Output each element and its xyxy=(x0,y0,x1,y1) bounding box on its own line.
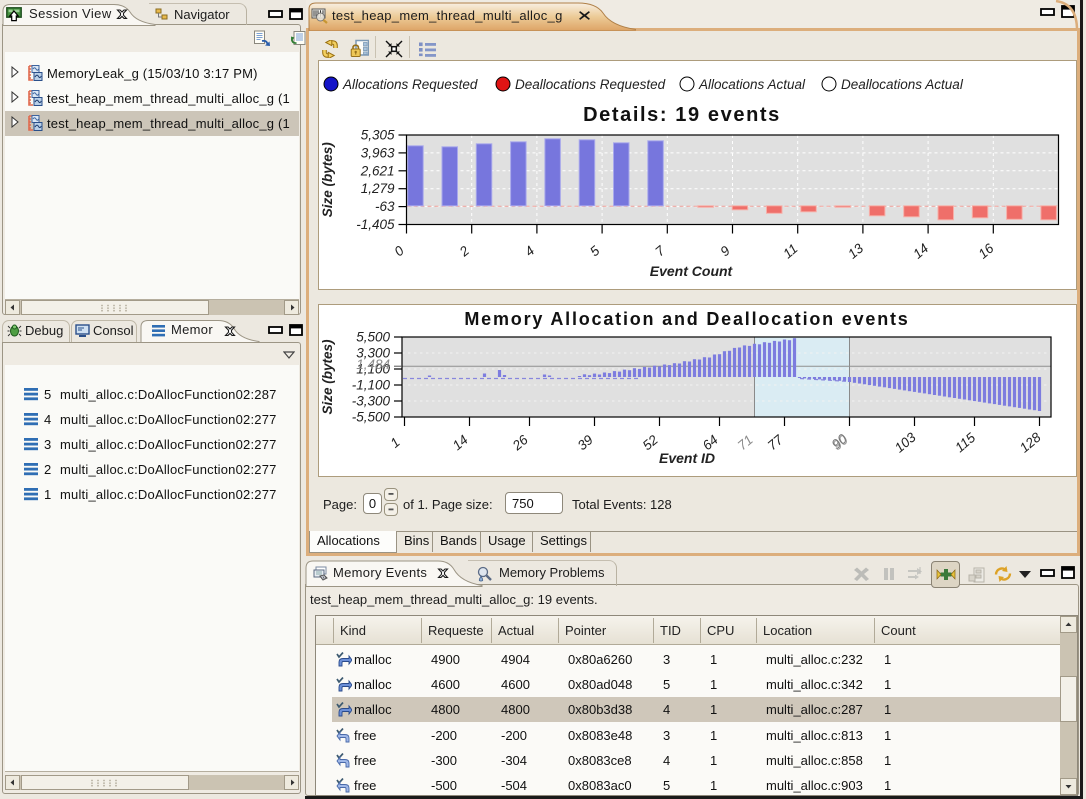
svg-text:39: 39 xyxy=(575,432,597,453)
svg-text:-1,100: -1,100 xyxy=(352,378,391,393)
svg-text:14: 14 xyxy=(910,241,931,262)
svg-text:71: 71 xyxy=(735,432,756,453)
svg-text:1,484: 1,484 xyxy=(356,357,390,372)
svg-text:13: 13 xyxy=(845,240,867,261)
svg-text:5,305: 5,305 xyxy=(361,128,395,143)
svg-text:2: 2 xyxy=(456,243,473,260)
svg-text:Size (bytes): Size (bytes) xyxy=(320,339,335,415)
svg-text:5,500: 5,500 xyxy=(356,330,390,345)
svg-text:0: 0 xyxy=(391,243,407,260)
svg-text:14: 14 xyxy=(450,432,471,453)
svg-text:2,621: 2,621 xyxy=(360,163,395,178)
svg-text:52: 52 xyxy=(640,432,662,453)
svg-text:Event ID: Event ID xyxy=(659,450,715,466)
svg-text:90: 90 xyxy=(829,431,851,452)
svg-text:Deallocations Actual: Deallocations Actual xyxy=(841,77,964,92)
svg-text:16: 16 xyxy=(975,240,997,261)
svg-text:77: 77 xyxy=(765,432,787,453)
svg-text:Size (bytes): Size (bytes) xyxy=(320,142,335,218)
svg-text:-63: -63 xyxy=(375,199,395,214)
svg-text:4: 4 xyxy=(522,243,537,259)
svg-text:Details: 19 events: Details: 19 events xyxy=(583,104,781,126)
svg-text:-5,500: -5,500 xyxy=(352,410,391,425)
svg-text:1: 1 xyxy=(387,434,402,450)
svg-text:5: 5 xyxy=(587,243,603,260)
svg-text:26: 26 xyxy=(509,432,531,454)
svg-text:-1,405: -1,405 xyxy=(356,217,395,232)
svg-text:103: 103 xyxy=(892,429,919,455)
svg-text:Allocations Requested: Allocations Requested xyxy=(342,77,478,92)
svg-text:-3,300: -3,300 xyxy=(352,394,391,409)
svg-text:Memory Allocation and Dealloca: Memory Allocation and Deallocation event… xyxy=(464,309,909,329)
svg-text:Event Count: Event Count xyxy=(650,263,734,279)
svg-text:115: 115 xyxy=(952,430,979,456)
svg-text:3,963: 3,963 xyxy=(361,145,395,160)
svg-text:1,279: 1,279 xyxy=(361,181,395,196)
svg-text:Deallocations Requested: Deallocations Requested xyxy=(515,77,666,92)
svg-text:9: 9 xyxy=(717,243,733,260)
svg-text:11: 11 xyxy=(780,241,800,261)
svg-text:128: 128 xyxy=(1017,429,1044,455)
svg-text:7: 7 xyxy=(652,243,668,260)
svg-text:Allocations Actual: Allocations Actual xyxy=(698,77,806,92)
